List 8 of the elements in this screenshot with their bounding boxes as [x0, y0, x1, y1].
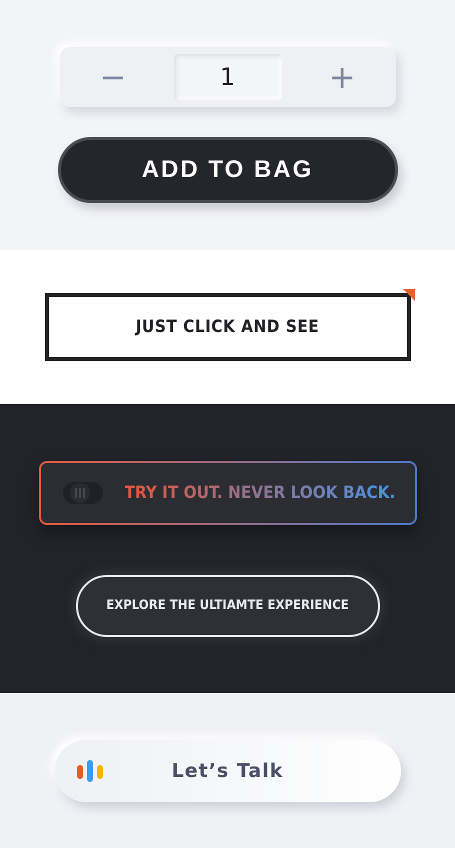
quantity-field[interactable]: 1	[174, 54, 282, 100]
lets-talk-button[interactable]: Let’s Talk	[54, 740, 400, 802]
add-to-bag-button[interactable]: ADD TO BAG	[58, 137, 398, 203]
corner-accent	[402, 289, 414, 301]
toggle-icon	[62, 482, 102, 504]
audio-bars-icon	[76, 760, 104, 782]
try-it-out-button[interactable]: TRY IT OUT. NEVER LOOK BACK.	[38, 460, 416, 524]
explore-button[interactable]: EXPLORE THE ULTIAMTE EXPERIENCE	[76, 574, 380, 636]
